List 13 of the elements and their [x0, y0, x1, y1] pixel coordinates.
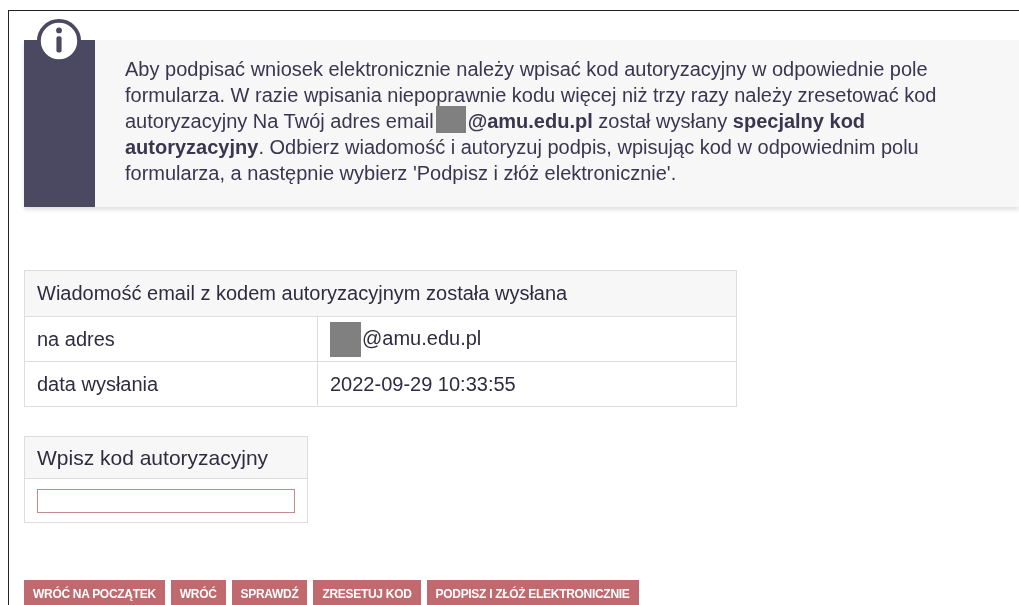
action-button[interactable]: PODPISZ I ZŁÓŻ ELEKTRONICZNIE	[426, 580, 639, 605]
table-cell: na adres	[24, 316, 318, 362]
action-button[interactable]: ZRESETUJ KOD	[313, 580, 421, 605]
notice-text: Aby podpisać wniosek elektronicznie należy wpisać kod autoryzacyjny w odpowiednie pole formularza. W razie wpisania niepoprawnie kodu więcej niż trzy razy należy zresetować kod autoryzacyjny Na Twój adres email @amu.edu.pl został wysłany specjalny kod autoryzacyjny. Odbierz wiadomość i autoryzuj podpis, wpisując kod w odpowiednim polu formularza, a następnie wybierz 'Podpisz i złóż elektronicznie'.	[125, 57, 938, 186]
action-button[interactable]: WRÓĆ	[170, 580, 226, 605]
code-input-field[interactable]	[37, 489, 295, 513]
panel-title: Wpisz kod autoryzacyjny	[25, 437, 307, 479]
table-cell: 2022-09-29 10:33:55	[330, 372, 516, 395]
table-cell: data wysłania	[24, 361, 318, 407]
table-header: Wiadomość email z kodem autoryzacyjnym została wysłana	[24, 270, 737, 317]
table-cell: @amu.edu.pl	[362, 326, 482, 349]
action-button[interactable]: WRÓĆ NA POCZĄTEK	[24, 580, 165, 605]
action-button[interactable]: SPRAWDŹ	[231, 580, 308, 605]
